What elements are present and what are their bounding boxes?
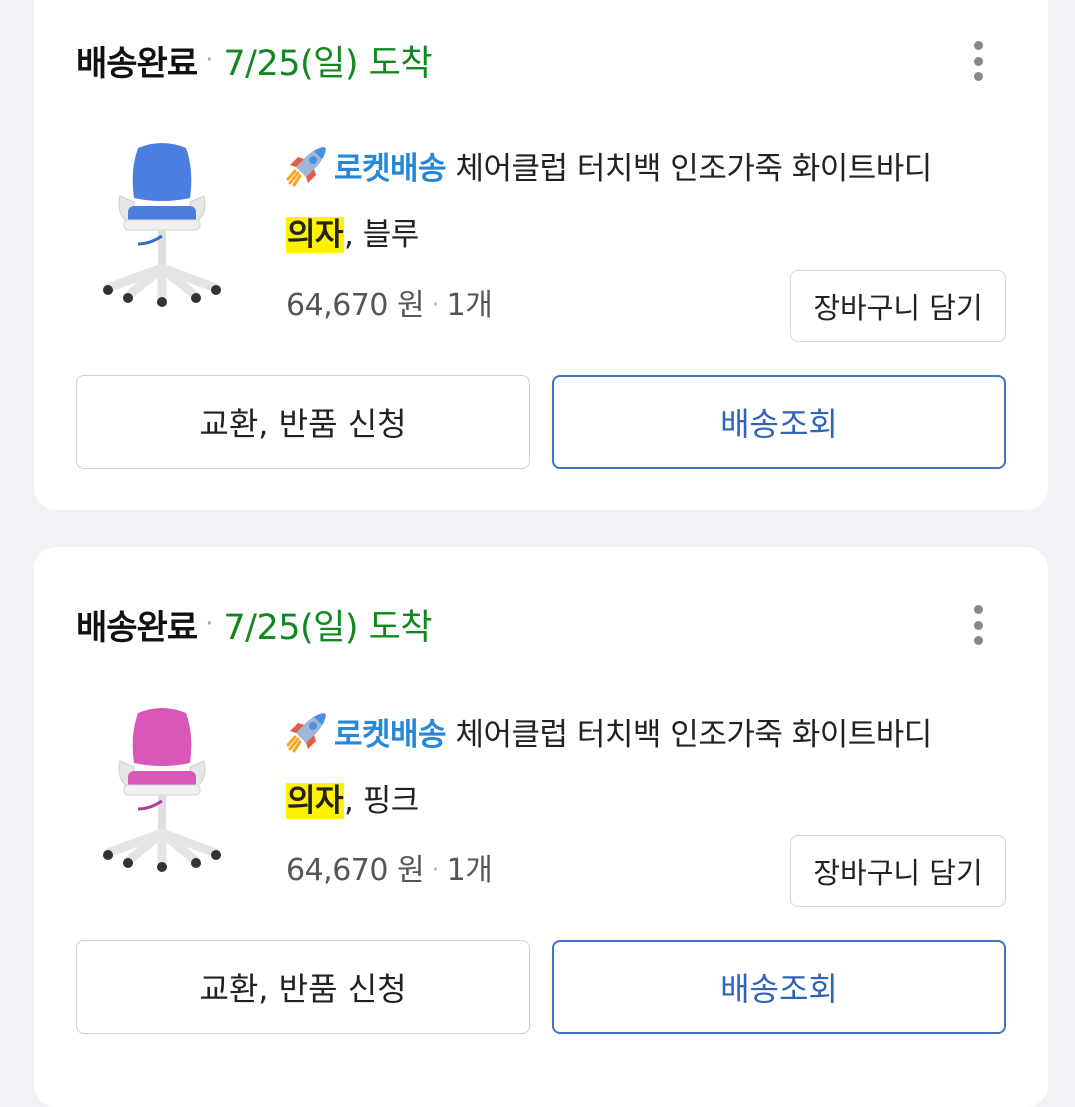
status-separator: · — [205, 609, 214, 639]
track-delivery-button[interactable]: 배송조회 — [552, 375, 1006, 469]
order-card: 배송완료 · 7/25(일) 도착 로켓배송 체어클럽 터치백 인조가죽 화이트… — [34, 0, 1048, 510]
track-delivery-button[interactable]: 배송조회 — [552, 940, 1006, 1034]
add-to-cart-button[interactable]: 장바구니 담기 — [790, 835, 1006, 907]
quantity: 1개 — [446, 853, 493, 888]
arrival-date: 7/25(일) 도착 — [223, 43, 433, 84]
product-thumbnail[interactable] — [98, 705, 226, 875]
price-separator: · — [432, 293, 439, 318]
product-option: , 블루 — [344, 217, 419, 253]
price: 64,670 원 — [286, 288, 425, 323]
arrival-date: 7/25(일) 도착 — [223, 607, 433, 648]
product-option: , 핑크 — [344, 783, 419, 819]
more-options-icon[interactable] — [968, 37, 988, 85]
highlighted-keyword: 의자 — [286, 217, 345, 253]
price-quantity: 64,670 원 · 1개 — [286, 847, 493, 895]
office-chair-icon — [103, 143, 221, 307]
add-to-cart-button[interactable]: 장바구니 담기 — [790, 270, 1006, 342]
product-thumbnail[interactable] — [98, 140, 226, 310]
price-separator: · — [432, 858, 439, 883]
price: 64,670 원 — [286, 853, 425, 888]
highlighted-keyword: 의자 — [286, 783, 345, 819]
chair-back — [132, 143, 192, 201]
rocket-delivery-badge: 로켓배송 — [334, 151, 447, 187]
rocket-delivery-badge: 로켓배송 — [334, 717, 447, 753]
delivery-status: 배송완료 — [76, 43, 198, 84]
rocket-icon — [286, 713, 326, 753]
office-chair-icon — [103, 708, 221, 872]
product-title[interactable]: 로켓배송 체어클럽 터치백 인조가죽 화이트바디의자, 핑크 — [286, 702, 1006, 834]
chair-back — [132, 708, 192, 766]
order-card: 배송완료 · 7/25(일) 도착 로켓배송 체어클럽 터치백 인조가죽 화이트… — [34, 547, 1048, 1107]
order-header: 배송완료 · 7/25(일) 도착 — [76, 601, 433, 648]
more-options-icon[interactable] — [968, 601, 988, 649]
exchange-return-button[interactable]: 교환, 반품 신청 — [76, 940, 530, 1034]
price-quantity: 64,670 원 · 1개 — [286, 282, 493, 330]
exchange-return-button[interactable]: 교환, 반품 신청 — [76, 375, 530, 469]
product-name: 체어클럽 터치백 인조가죽 화이트바디 — [446, 717, 932, 753]
order-header: 배송완료 · 7/25(일) 도착 — [76, 37, 433, 84]
product-name: 체어클럽 터치백 인조가죽 화이트바디 — [446, 151, 932, 187]
status-separator: · — [205, 45, 214, 75]
rocket-icon — [286, 147, 326, 187]
product-title[interactable]: 로켓배송 체어클럽 터치백 인조가죽 화이트바디의자, 블루 — [286, 136, 1006, 268]
delivery-status: 배송완료 — [76, 607, 198, 648]
quantity: 1개 — [446, 288, 493, 323]
